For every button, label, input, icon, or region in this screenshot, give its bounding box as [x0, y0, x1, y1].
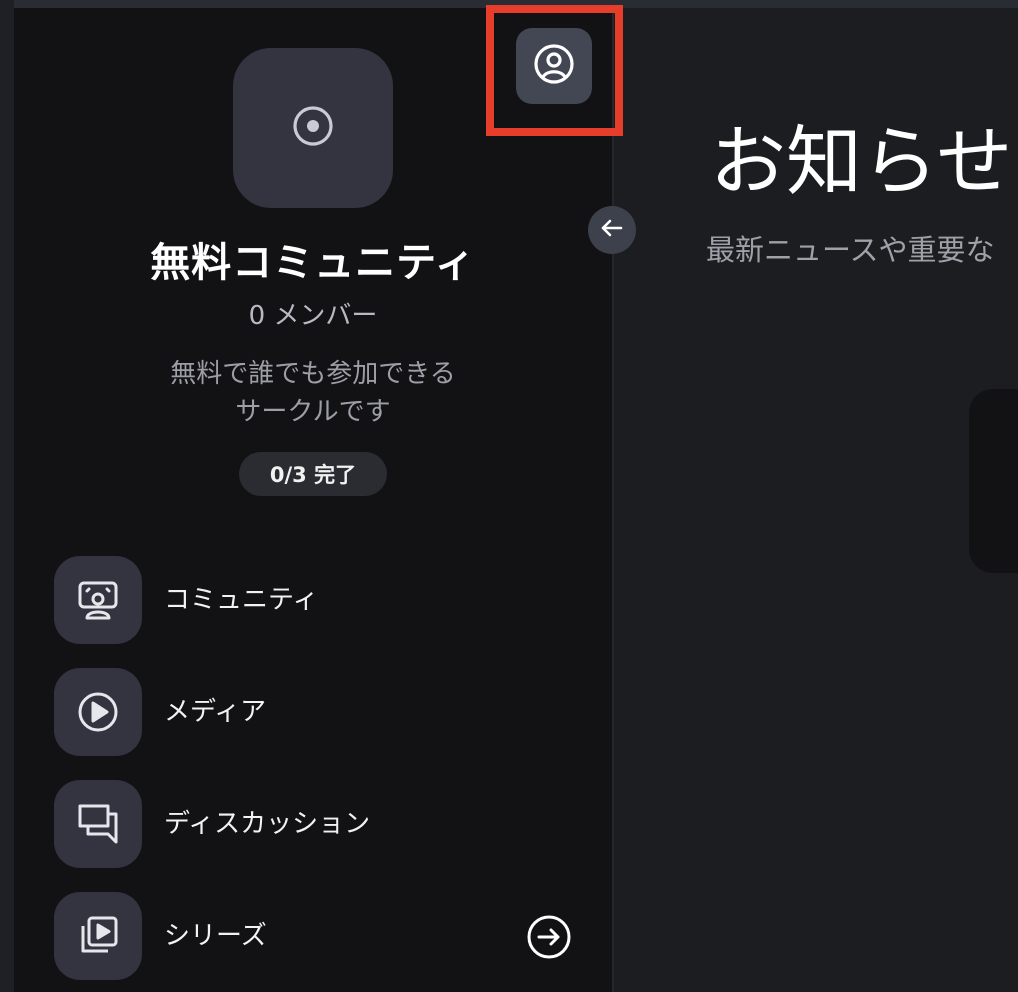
announcement-card[interactable] [969, 389, 1018, 573]
community-icon [54, 556, 142, 644]
community-description-line: 無料で誰でも参加できる [170, 359, 456, 389]
play-icon [54, 668, 142, 756]
community-description-line: サークルです [235, 397, 391, 427]
series-icon [54, 892, 142, 980]
page-title: お知らせ [710, 117, 1013, 206]
page-subtitle: 最新ニュースや重要な [706, 233, 995, 267]
main-content: お知らせ 最新ニュースや重要な [614, 8, 1018, 992]
nav-item-community[interactable]: コミュニティ [54, 556, 594, 644]
nav-item-media[interactable]: メディア [54, 668, 594, 756]
nav-item-label: ディスカッション [164, 809, 371, 839]
target-icon [291, 104, 335, 152]
nav-item-label: シリーズ [164, 921, 267, 951]
community-description: 無料で誰でも参加できる サークルです [14, 355, 612, 431]
arrow-right-circle-icon[interactable] [526, 914, 572, 960]
nav-item-discussion[interactable]: ディスカッション [54, 780, 594, 868]
member-count[interactable]: 0 メンバー [14, 298, 612, 334]
progress-badge[interactable]: 0/3 完了 [239, 452, 387, 496]
community-name: 無料コミュニティ [150, 240, 476, 286]
nav-item-series[interactable]: シリーズ [54, 892, 594, 980]
chat-icon [54, 780, 142, 868]
nav-item-label: コミュニティ [164, 585, 319, 615]
left-rail [0, 0, 14, 992]
arrow-left-icon [598, 214, 626, 246]
collapse-sidebar-button[interactable] [588, 206, 636, 254]
community-logo[interactable] [233, 48, 393, 208]
profile-button[interactable] [516, 28, 592, 104]
profile-icon [532, 42, 576, 90]
nav-item-label: メディア [164, 697, 267, 727]
